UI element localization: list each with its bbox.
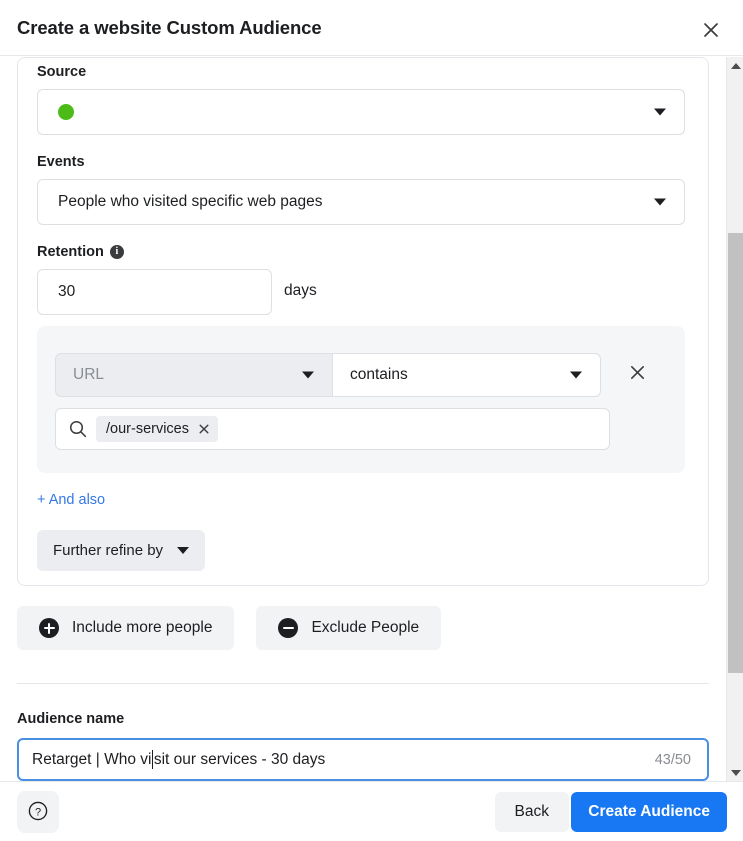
retention-days-input[interactable] bbox=[37, 269, 272, 315]
exclude-people-button[interactable]: Exclude People bbox=[256, 606, 442, 650]
audience-name-label: Audience name bbox=[17, 711, 125, 727]
events-select[interactable]: People who visited specific web pages bbox=[37, 179, 685, 225]
rule-value-input[interactable] bbox=[218, 409, 609, 449]
further-refine-by-label: Further refine by bbox=[53, 542, 164, 559]
question-circle-icon: ? bbox=[27, 800, 49, 825]
dialog-body: Source Events People who visited specifi… bbox=[0, 57, 726, 781]
audience-rules-card: Source Events People who visited specifi… bbox=[17, 57, 709, 586]
close-icon bbox=[701, 20, 721, 40]
plus-circle-icon bbox=[39, 618, 59, 638]
audience-name-char-count: 43/50 bbox=[654, 751, 691, 768]
rule-value-field[interactable]: /our-services bbox=[55, 408, 610, 450]
chevron-down-icon bbox=[177, 547, 190, 554]
scroll-down-button[interactable] bbox=[727, 764, 743, 781]
scrollbar-thumb[interactable] bbox=[728, 233, 743, 673]
source-label: Source bbox=[37, 64, 87, 80]
body-scrollbar[interactable] bbox=[726, 57, 743, 781]
audience-name-value-before-caret: Retarget | Who vi bbox=[32, 750, 152, 768]
chevron-down-icon bbox=[302, 371, 314, 379]
close-dialog-button[interactable] bbox=[695, 14, 727, 46]
rule-row: URL contains bbox=[55, 353, 667, 397]
back-button[interactable]: Back bbox=[494, 792, 569, 832]
and-also-link[interactable]: + And also bbox=[37, 492, 105, 508]
rule-group: URL contains /our-services bbox=[37, 326, 685, 473]
rule-operator-value: contains bbox=[350, 366, 408, 383]
rule-field-value: URL bbox=[73, 366, 105, 383]
search-icon bbox=[68, 419, 88, 439]
rule-field-select[interactable]: URL bbox=[55, 353, 333, 397]
audience-name-input[interactable]: Retarget | Who vi sit our services - 30 … bbox=[17, 738, 709, 781]
dialog-header: Create a website Custom Audience bbox=[0, 0, 743, 56]
create-audience-button[interactable]: Create Audience bbox=[571, 792, 727, 832]
include-more-people-label: Include more people bbox=[72, 619, 213, 636]
close-icon bbox=[628, 363, 647, 387]
close-icon[interactable] bbox=[198, 423, 210, 435]
include-more-people-button[interactable]: Include more people bbox=[17, 606, 235, 650]
minus-circle-icon bbox=[278, 618, 299, 638]
audience-actions-row: Include more people Exclude People bbox=[17, 606, 442, 650]
events-label: Events bbox=[37, 154, 85, 170]
create-custom-audience-dialog: Create a website Custom Audience Source … bbox=[0, 0, 743, 841]
help-button[interactable]: ? bbox=[17, 791, 59, 833]
events-select-value: People who visited specific web pages bbox=[58, 193, 323, 210]
section-divider bbox=[17, 683, 709, 684]
retention-label-text: Retention bbox=[37, 244, 104, 260]
retention-unit-label: days bbox=[284, 282, 317, 299]
audience-name-value-after-caret: sit our services - 30 days bbox=[153, 750, 326, 768]
rule-operator-select[interactable]: contains bbox=[333, 353, 601, 397]
info-icon[interactable]: i bbox=[109, 245, 124, 259]
audience-name-value: Retarget | Who vi sit our services - 30 … bbox=[32, 750, 325, 769]
exclude-people-label: Exclude People bbox=[311, 619, 420, 636]
svg-text:?: ? bbox=[35, 806, 41, 818]
chevron-down-icon bbox=[654, 108, 666, 116]
rule-value-token[interactable]: /our-services bbox=[96, 416, 218, 442]
scroll-up-button[interactable] bbox=[727, 57, 743, 74]
retention-label: Retention i bbox=[37, 244, 124, 260]
dialog-title: Create a website Custom Audience bbox=[17, 17, 322, 38]
source-status-dot-icon bbox=[58, 104, 74, 120]
chevron-down-icon bbox=[570, 371, 582, 379]
rule-value-token-label: /our-services bbox=[106, 421, 189, 437]
further-refine-by-button[interactable]: Further refine by bbox=[37, 530, 206, 571]
triangle-down-icon bbox=[730, 769, 741, 776]
triangle-up-icon bbox=[730, 62, 741, 69]
chevron-down-icon bbox=[654, 198, 666, 206]
source-select[interactable] bbox=[37, 89, 685, 135]
dialog-footer: ? Back Create Audience bbox=[0, 781, 743, 841]
remove-rule-button[interactable] bbox=[615, 353, 659, 397]
